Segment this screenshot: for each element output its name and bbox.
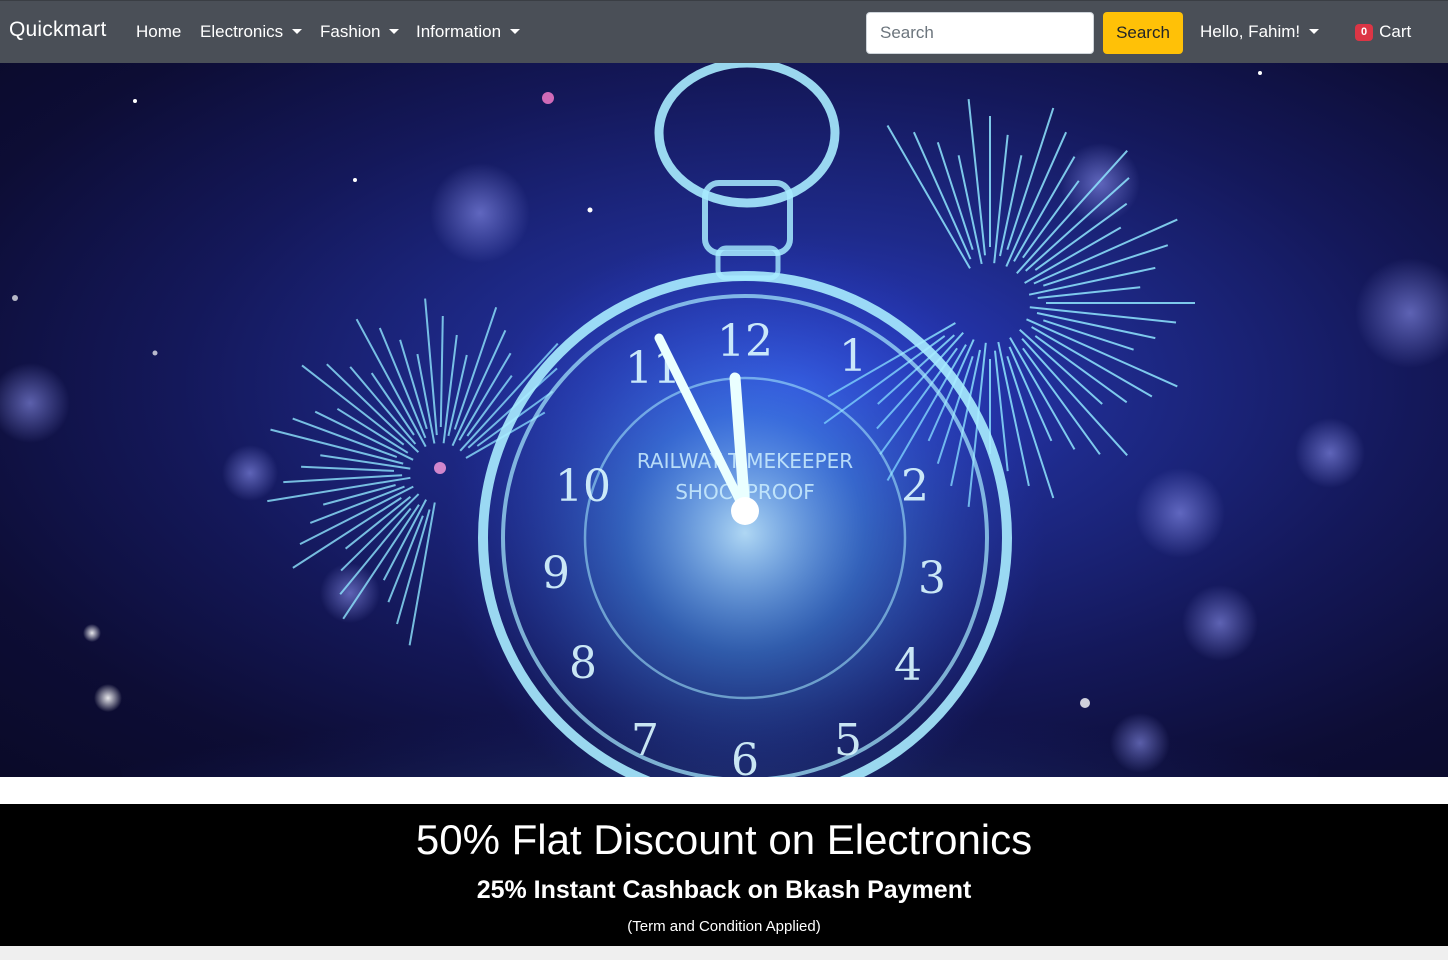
svg-text:8: 8 — [569, 638, 597, 689]
firework-ray — [993, 134, 1009, 264]
svg-text:5: 5 — [834, 715, 862, 766]
svg-text:10: 10 — [555, 461, 611, 512]
cart-label: Cart — [1379, 22, 1412, 41]
firework-ray — [1028, 266, 1156, 296]
nav-electronics-label: Electronics — [200, 22, 284, 41]
nav-home-link[interactable]: Home — [136, 22, 181, 42]
cart-count-badge: 0 — [1355, 23, 1374, 41]
firework-ray — [382, 499, 427, 581]
chevron-down-icon — [389, 29, 400, 34]
firework-ray — [1005, 131, 1068, 267]
firework-ray — [439, 315, 444, 428]
firework-ray — [1013, 156, 1076, 262]
svg-text:6: 6 — [731, 735, 759, 777]
promo-banner: 50% Flat Discount on Electronics 25% Ins… — [0, 804, 1448, 946]
svg-text:1: 1 — [839, 331, 867, 382]
firework-ray — [967, 98, 986, 256]
nav-fashion-label: Fashion — [320, 22, 381, 41]
svg-text:3: 3 — [918, 553, 946, 604]
brand-logo[interactable]: Quickmart — [9, 18, 106, 42]
hero-banner-image: 12 1 2 3 4 5 6 7 8 9 10 11 RAILWAY TIMEK… — [0, 63, 1448, 777]
firework-ray — [1029, 306, 1177, 324]
firework-ray — [1026, 318, 1178, 388]
user-greeting: Hello, Fahim! — [1200, 22, 1301, 41]
nav-information-dropdown[interactable]: Information — [416, 22, 521, 42]
promo-terms-note: (Term and Condition Applied) — [627, 918, 821, 935]
chevron-down-icon — [292, 29, 303, 34]
svg-text:4: 4 — [894, 640, 922, 691]
hero-illustration: 12 1 2 3 4 5 6 7 8 9 10 11 RAILWAY TIMEK… — [0, 63, 1448, 777]
section-spacer — [0, 777, 1448, 804]
nav-fashion-dropdown[interactable]: Fashion — [320, 22, 400, 42]
user-menu-dropdown[interactable]: Hello, Fahim! — [1200, 22, 1320, 42]
svg-text:7: 7 — [631, 715, 659, 766]
promo-subtitle: 25% Instant Cashback on Bkash Payment — [476, 876, 972, 904]
svg-text:12: 12 — [717, 316, 773, 367]
firework-ray — [424, 298, 438, 436]
firework-ray — [886, 125, 971, 269]
firework-ray — [1036, 312, 1156, 340]
search-button[interactable]: Search — [1103, 12, 1183, 54]
chevron-down-icon — [510, 29, 521, 34]
firework-ray — [292, 417, 398, 459]
firework-ray — [1019, 329, 1103, 405]
nav-electronics-dropdown[interactable]: Electronics — [200, 22, 303, 42]
page-bottom-strip — [0, 946, 1448, 960]
firework-ray — [301, 465, 395, 472]
firework-ray — [342, 504, 420, 620]
firework-ray — [349, 366, 417, 445]
chevron-down-icon — [1309, 29, 1320, 34]
top-navbar: Quickmart Home Electronics Fashion Infor… — [0, 0, 1448, 63]
firework-ray — [1022, 180, 1080, 259]
firework-ray — [912, 131, 972, 260]
nav-information-label: Information — [416, 22, 502, 41]
cart-link[interactable]: 0 Cart — [1355, 22, 1411, 42]
firework-ray — [957, 155, 983, 265]
search-input[interactable] — [866, 12, 1094, 54]
svg-text:2: 2 — [901, 461, 929, 512]
promo-title: 50% Flat Discount on Electronics — [415, 816, 1033, 863]
svg-text:9: 9 — [542, 548, 570, 599]
